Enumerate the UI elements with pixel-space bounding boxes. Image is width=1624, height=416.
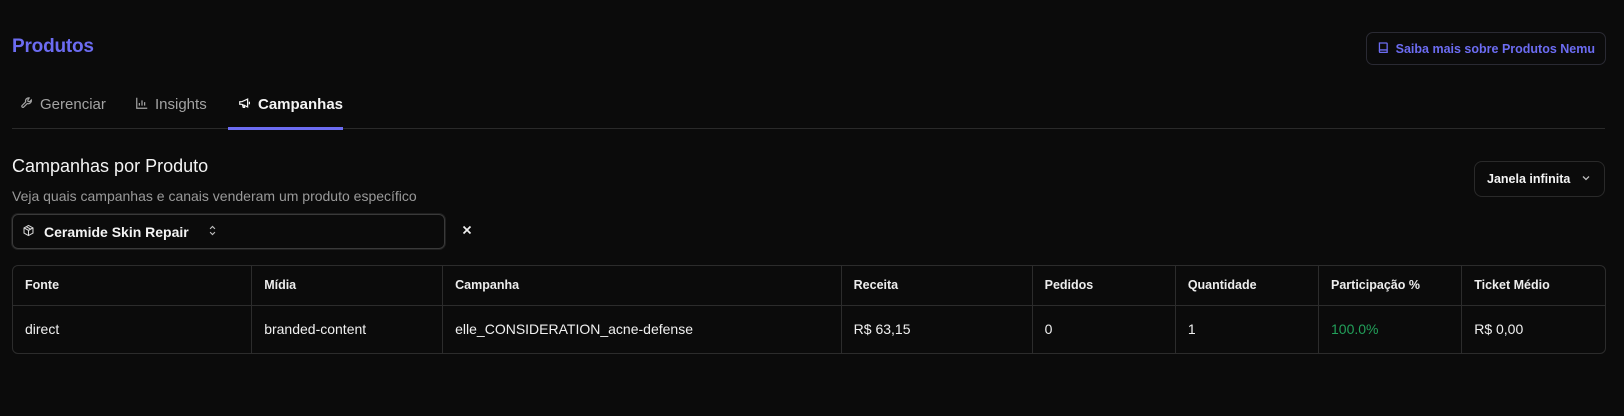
product-select-value: Ceramide Skin Repair (44, 223, 189, 240)
tab-campanhas[interactable]: Campanhas (228, 80, 344, 130)
close-icon (461, 223, 473, 241)
campaigns-table: Fonte Mídia Campanha Receita Pedidos Qua… (12, 265, 1606, 354)
tab-gerenciar[interactable]: Gerenciar (12, 80, 114, 129)
table-row: direct branded-content elle_CONSIDERATIO… (13, 305, 1605, 353)
product-select[interactable]: Ceramide Skin Repair (12, 214, 445, 249)
tab-label: Campanhas (258, 96, 344, 113)
chevron-down-icon (1580, 172, 1592, 187)
book-icon (1377, 41, 1390, 57)
cell-ticket-medio: R$ 0,00 (1474, 321, 1524, 338)
cell-participacao: 100.0% (1318, 305, 1463, 353)
cell-quantidade: 1 (1175, 305, 1320, 353)
megaphone-icon (238, 96, 252, 114)
cell-pedidos: 0 (1032, 305, 1176, 353)
learn-more-label: Saiba mais sobre Produtos Nemu (1395, 41, 1595, 56)
time-window-value: Janela infinita (1487, 172, 1571, 186)
section-subtitle: Veja quais campanhas e canais venderam u… (12, 188, 417, 204)
chevron-up-down-icon (206, 224, 219, 240)
cell-midia: branded-content (251, 305, 444, 353)
cell-fonte: direct (13, 305, 253, 353)
tab-insights[interactable]: Insights (127, 80, 215, 129)
time-window-select[interactable]: Janela infinita (1474, 161, 1605, 197)
bar-chart-icon (135, 96, 149, 114)
column-header-campanha[interactable]: Campanha (442, 266, 842, 306)
cell-receita: R$ 63,15 (841, 305, 1033, 353)
table-header-row: Fonte Mídia Campanha Receita Pedidos Qua… (13, 266, 1605, 306)
column-header-ticket-medio[interactable]: Ticket Médio (1461, 266, 1605, 306)
column-header-receita[interactable]: Receita (841, 266, 1033, 306)
column-header-quantidade[interactable]: Quantidade (1175, 266, 1320, 306)
tab-label: Gerenciar (40, 96, 106, 113)
package-icon (22, 224, 35, 240)
wrench-icon (20, 96, 34, 114)
tab-label: Insights (155, 96, 207, 113)
learn-more-button[interactable]: Saiba mais sobre Produtos Nemu (1365, 32, 1606, 65)
tab-bar: Gerenciar Insights Campanhas (12, 80, 1605, 130)
column-header-pedidos[interactable]: Pedidos (1032, 266, 1176, 306)
column-header-midia[interactable]: Mídia (251, 266, 444, 306)
section-title: Campanhas por Produto (12, 156, 209, 176)
column-header-fonte[interactable]: Fonte (13, 266, 253, 306)
column-header-participacao[interactable]: Participação % (1318, 266, 1463, 306)
clear-product-button[interactable] (459, 224, 475, 240)
page-title: Produtos (12, 36, 94, 57)
cell-campanha: elle_CONSIDERATION_acne-defense (442, 305, 842, 353)
